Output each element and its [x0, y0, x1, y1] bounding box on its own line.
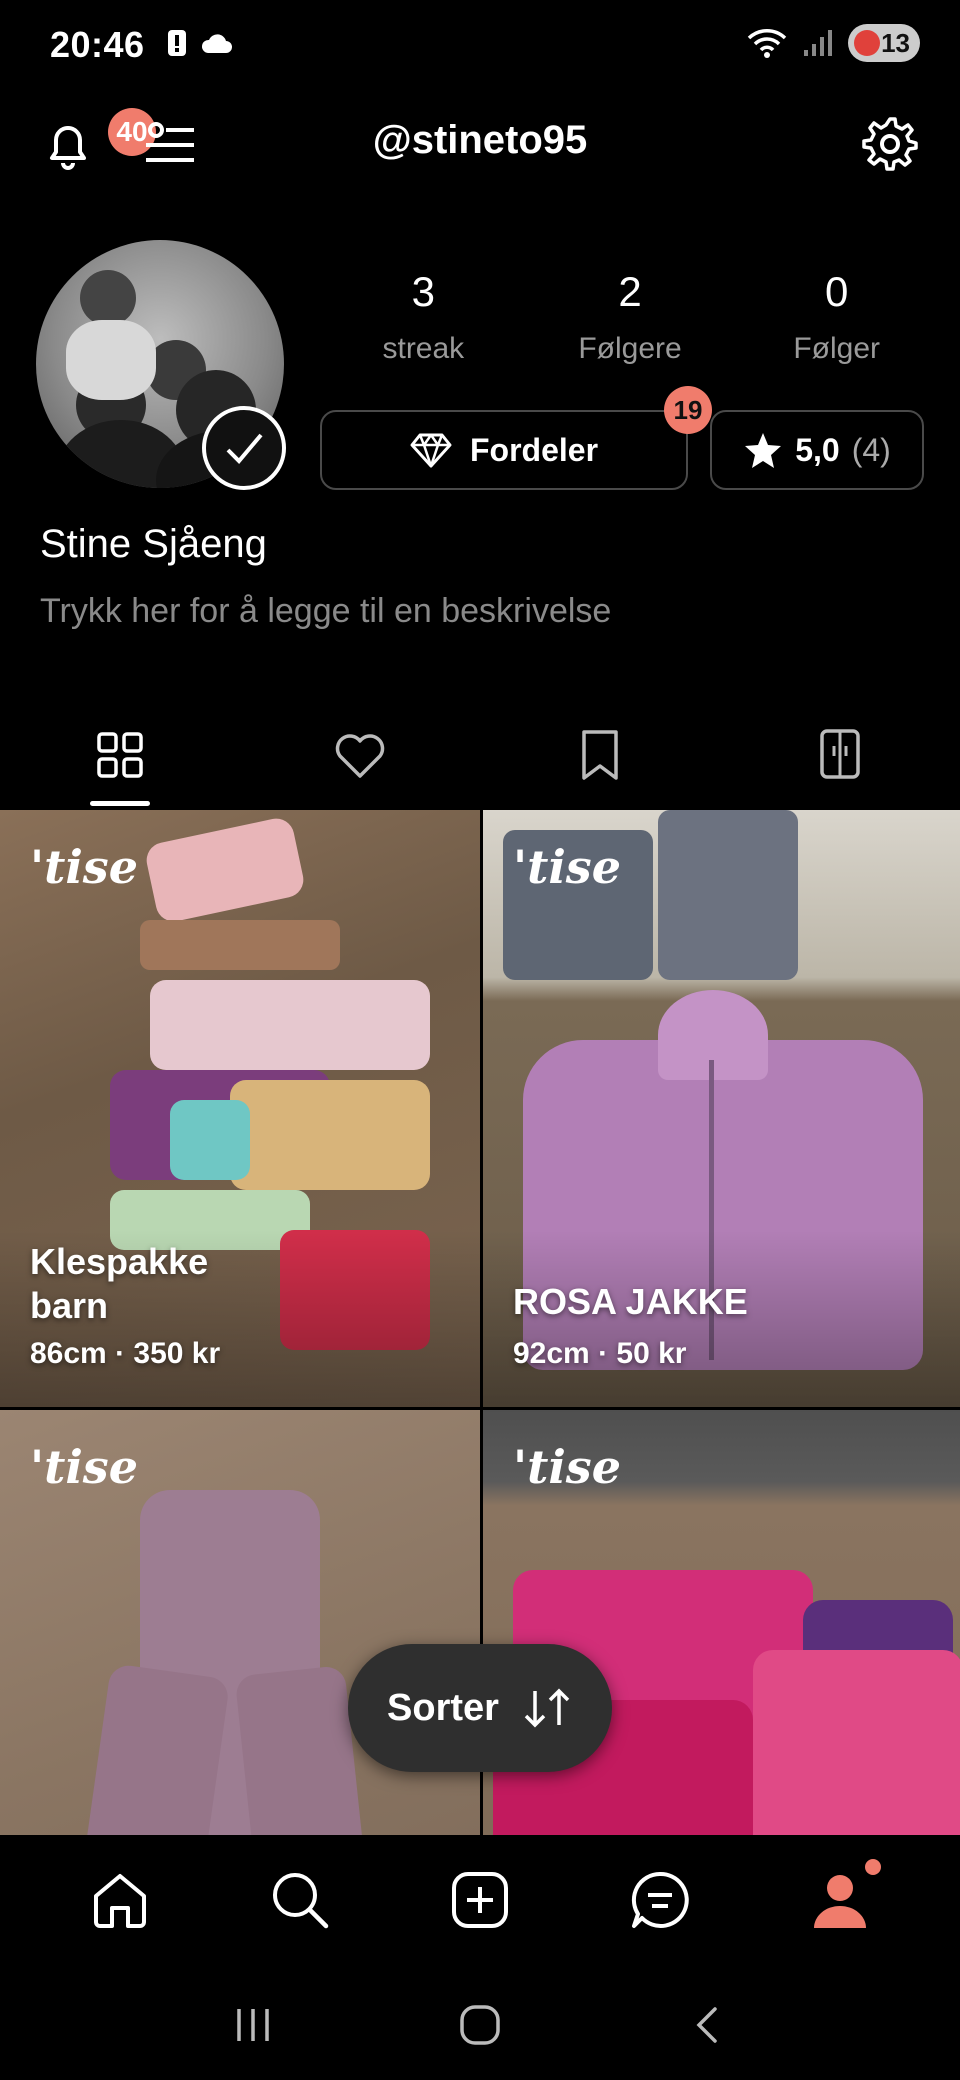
- home-icon: [94, 1874, 146, 1928]
- profile-handle: @stineto95: [372, 118, 588, 162]
- recent-apps-icon[interactable]: [231, 2003, 275, 2047]
- rating-count: (4): [851, 431, 891, 468]
- sort-label: Sorter: [387, 1686, 499, 1729]
- heart-icon: [335, 734, 385, 778]
- wifi-icon: [747, 29, 787, 58]
- stat-followers[interactable]: 2 Følgere: [527, 268, 734, 366]
- verified-badge: [202, 406, 286, 490]
- rating-value: 5,0: [795, 431, 840, 468]
- alert-icon: [168, 30, 186, 56]
- checkmark-icon: [226, 433, 263, 464]
- stat-label: streak: [382, 332, 465, 365]
- signal-icon: [804, 30, 832, 56]
- system-navigation: [0, 1970, 960, 2080]
- profile-stats: 3 streak 2 Følgere 0 Følger: [320, 268, 940, 366]
- home-button-icon[interactable]: [456, 2001, 504, 2049]
- stat-value: 3: [411, 268, 436, 315]
- gear-icon: [862, 117, 918, 171]
- tise-logo: 'tise: [30, 1440, 138, 1494]
- benefits-badge: 19: [664, 386, 712, 434]
- settings-button[interactable]: [860, 114, 920, 174]
- profile-icon: [814, 1875, 866, 1928]
- stat-following[interactable]: 0 Følger: [733, 268, 940, 366]
- listing-title: ROSA JAKKE: [513, 1281, 748, 1322]
- avatar-figure: [66, 320, 156, 400]
- stat-streak[interactable]: 3 streak: [320, 268, 527, 366]
- listing-card[interactable]: 'tise Klespakke barn 86cm · 350 kr: [0, 810, 480, 1407]
- diamond-icon: [410, 433, 452, 468]
- battery-percent: 13: [881, 27, 910, 58]
- description-field[interactable]: Trykk her for å legge til en beskrivelse: [40, 592, 611, 631]
- battery-indicator: 13: [848, 24, 920, 62]
- battery-level-icon: [854, 30, 880, 56]
- status-left-icons: [166, 28, 232, 58]
- avatar-figure: [80, 270, 136, 326]
- listing-meta: 86cm · 350 kr: [30, 1337, 221, 1370]
- tab-listings[interactable]: [0, 700, 240, 810]
- cloud-icon: [201, 34, 232, 53]
- profile-name: Stine Sjåeng: [40, 522, 267, 566]
- profile-header: 40 @stineto95: [0, 100, 960, 190]
- bookmark-icon: [582, 730, 618, 780]
- star-icon: [745, 433, 782, 468]
- sort-button[interactable]: Sorter: [348, 1644, 612, 1772]
- nav-add-listing[interactable]: [445, 1865, 515, 1935]
- stat-value: 0: [825, 268, 849, 315]
- stat-value: 2: [618, 268, 642, 315]
- benefits-label: Fordeler: [469, 431, 599, 468]
- nav-home[interactable]: [85, 1865, 155, 1935]
- back-icon[interactable]: [685, 2003, 729, 2047]
- tise-logo: 'tise: [513, 1440, 621, 1494]
- nav-profile[interactable]: [805, 1859, 881, 1935]
- tab-likes[interactable]: [240, 700, 480, 810]
- rating-button[interactable]: 5,0 (4): [710, 410, 924, 490]
- tise-logo: 'tise: [30, 840, 138, 894]
- sort-arrows-icon: [524, 1688, 570, 1728]
- nav-messages[interactable]: [625, 1865, 695, 1935]
- chat-icon: [631, 1871, 689, 1928]
- search-icon: [273, 1873, 329, 1929]
- benefits-button[interactable]: Fordeler: [320, 410, 688, 490]
- tise-logo: 'tise: [513, 840, 621, 894]
- wardrobe-icon: [820, 729, 860, 779]
- stat-label: Følger: [793, 332, 881, 365]
- listing-meta: 92cm · 50 kr: [513, 1337, 687, 1370]
- bottom-navigation: [0, 1835, 960, 1965]
- status-right-icons: 13: [746, 24, 920, 62]
- grid-icon: [97, 732, 143, 778]
- profile-notification-dot: [865, 1859, 881, 1875]
- status-bar: 20:46 13: [0, 0, 960, 90]
- add-icon: [452, 1872, 508, 1928]
- tab-saved[interactable]: [480, 700, 720, 810]
- nav-search[interactable]: [265, 1865, 335, 1935]
- listing-card[interactable]: 'tise ROSA JAKKE 92cm · 50 kr: [483, 810, 960, 1407]
- listing-title: Klespakke barn: [30, 1241, 209, 1326]
- profile-tabs: [0, 700, 960, 810]
- stat-label: Følgere: [578, 332, 682, 365]
- status-time: 20:46: [50, 24, 145, 65]
- tab-wardrobe[interactable]: [720, 700, 960, 810]
